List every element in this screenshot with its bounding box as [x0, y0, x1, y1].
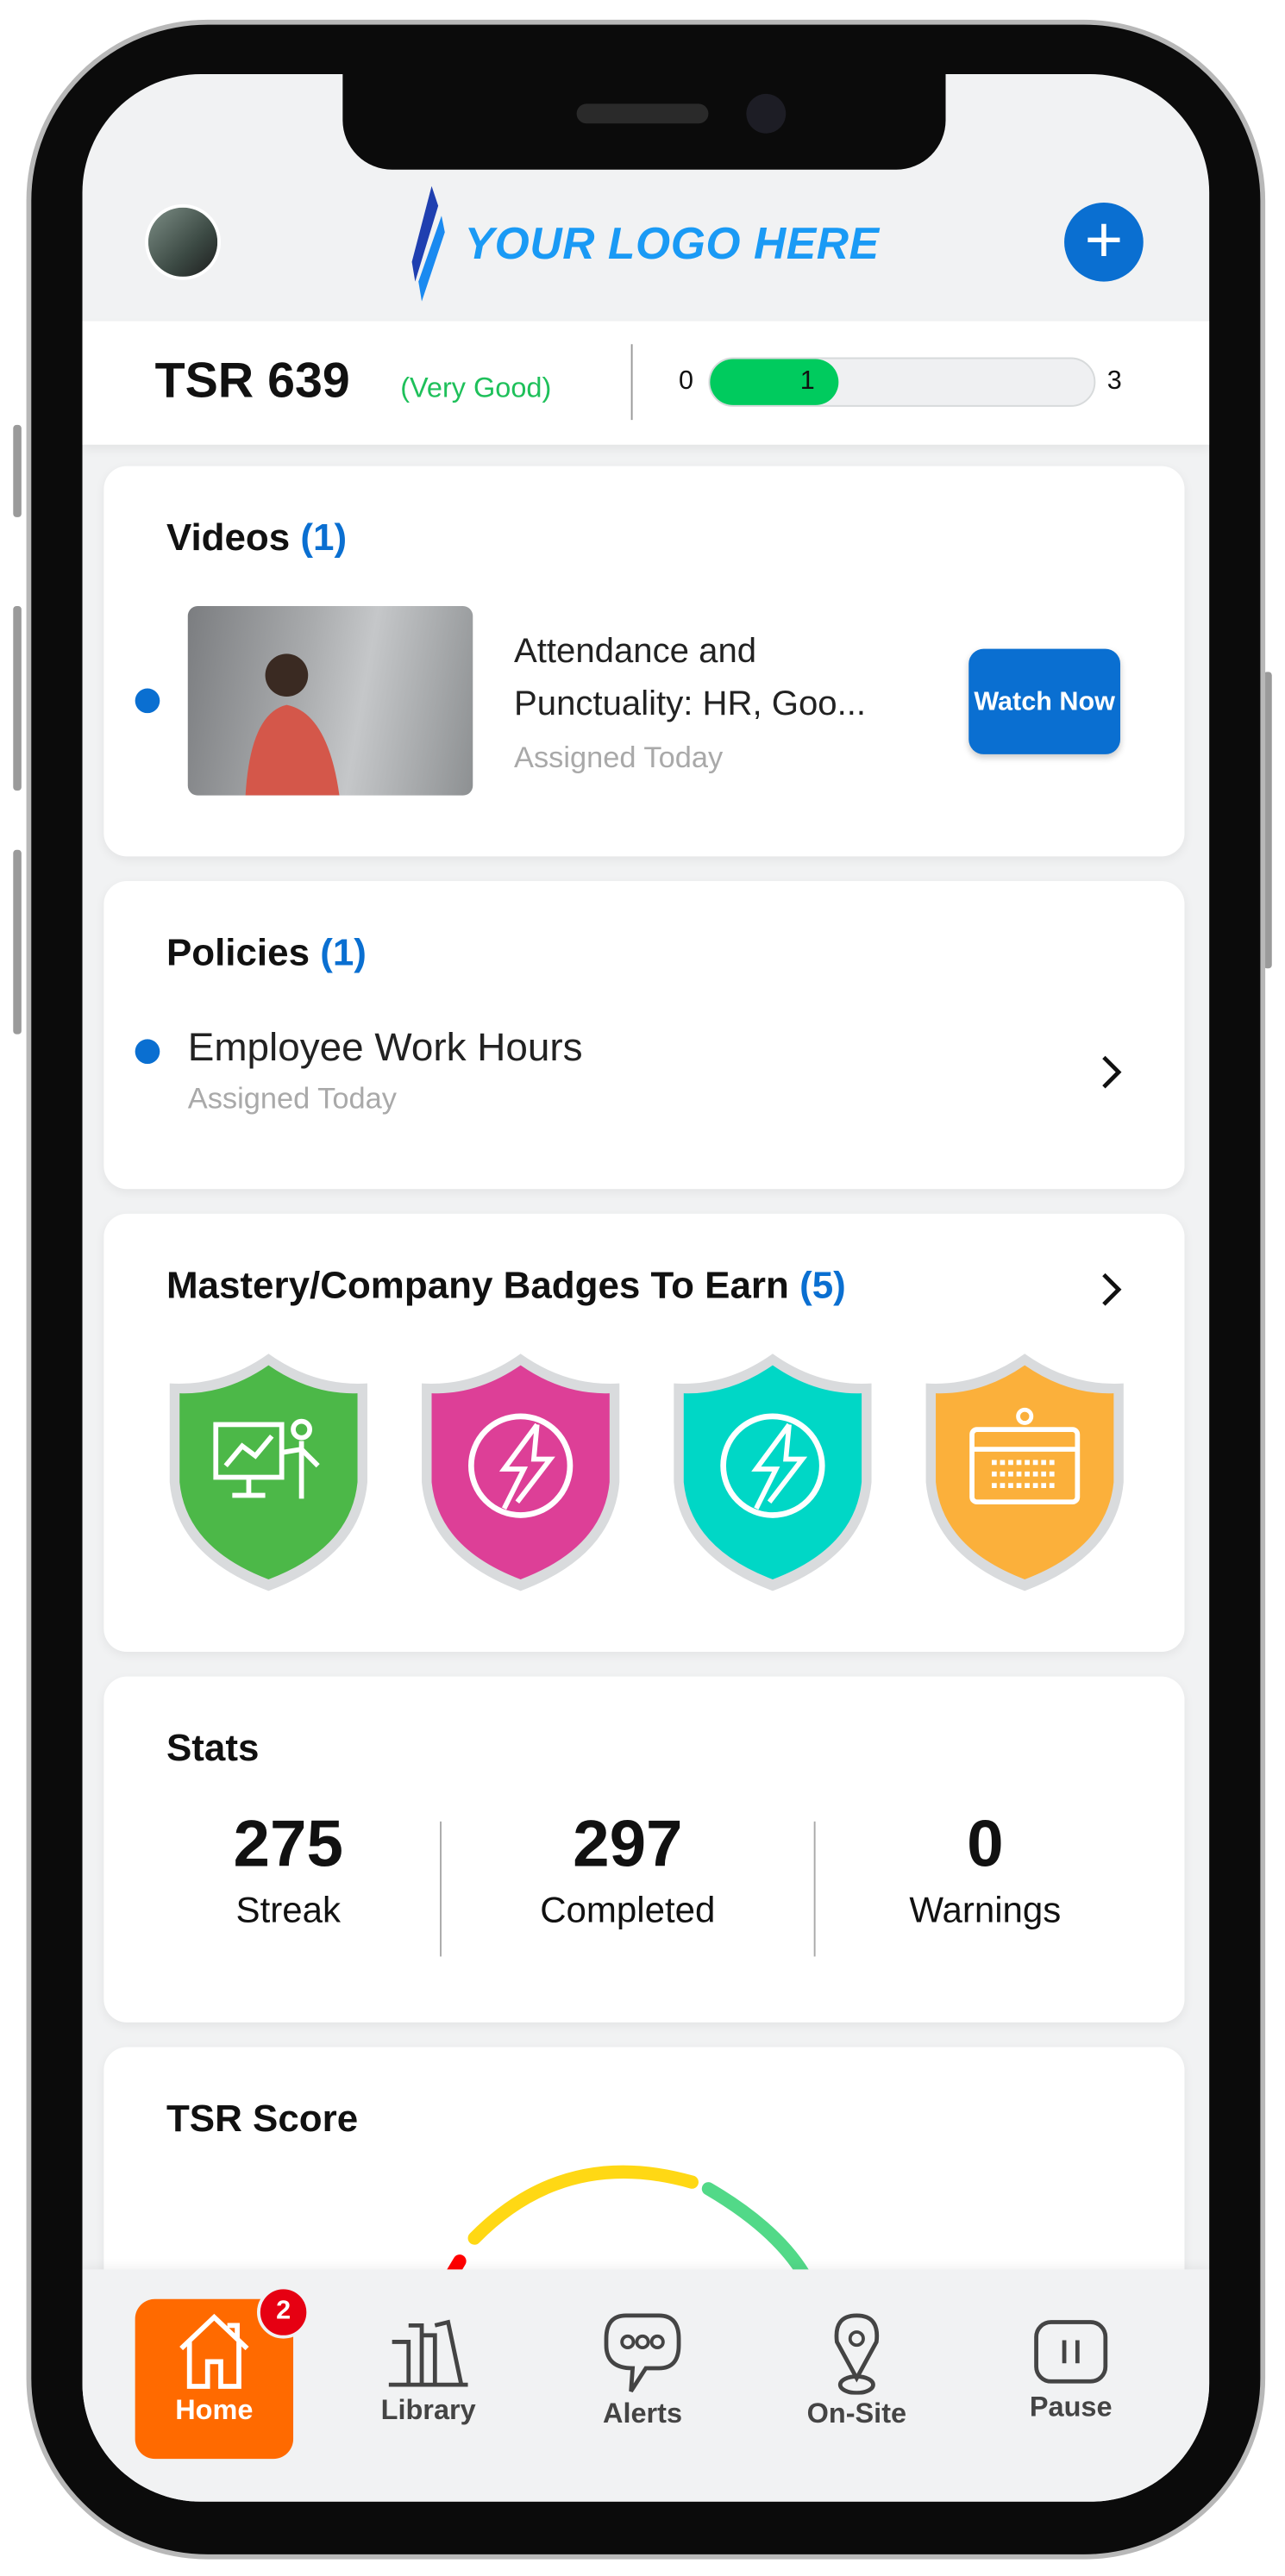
tsr-score-title: TSR Score: [166, 2096, 359, 2140]
volume-up-button: [13, 605, 22, 791]
nav-label: Pause: [1029, 2391, 1113, 2423]
location-pin-icon: [834, 2313, 880, 2395]
nav-label: Alerts: [602, 2398, 683, 2429]
nav-label: Home: [175, 2394, 254, 2426]
gauge-green: [701, 2182, 811, 2281]
stat-value: 275: [233, 1808, 344, 1881]
nav-pause[interactable]: Pause: [992, 2299, 1150, 2459]
tsr-rating: (Very Good): [400, 372, 552, 404]
videos-title: Videos (1): [166, 516, 347, 560]
policy-item[interactable]: Employee Work Hours Assigned Today: [188, 1026, 1111, 1116]
stat-label: Completed: [540, 1889, 716, 1930]
divider: [813, 1821, 816, 1957]
logo-mark-icon: [411, 185, 445, 302]
badge-lightning-icon[interactable]: [670, 1350, 874, 1594]
videos-title-text: Videos: [166, 515, 291, 559]
badge-lightning-icon[interactable]: [418, 1350, 623, 1594]
gauge-yellow: [467, 2165, 699, 2245]
videos-count: (1): [300, 515, 348, 559]
policies-count: (1): [320, 930, 367, 973]
policies-card: Policies (1) Employee Work Hours Assigned…: [103, 881, 1185, 1190]
speaker: [576, 103, 709, 124]
videos-card: Videos (1) Attendance and Punctuality: H…: [103, 466, 1185, 857]
stat-streak: 275 Streak: [123, 1809, 453, 1932]
unread-dot: [135, 1039, 160, 1065]
tsr-summary-bar: TSR 639 (Very Good) 0 1 3: [82, 321, 1210, 445]
screen: YOUR LOGO HERE + TSR 639 (Very Good) 0 1…: [82, 73, 1210, 2502]
video-person-image: [245, 653, 340, 796]
camera: [746, 93, 787, 134]
add-button[interactable]: +: [1064, 202, 1144, 282]
stat-completed: 297 Completed: [463, 1809, 793, 1932]
policy-title: Employee Work Hours: [187, 1026, 583, 1071]
badges-title-text: Mastery/Company Badges To Earn: [166, 1263, 789, 1306]
stat-value: 297: [573, 1808, 683, 1881]
logo-text: YOUR LOGO HERE: [464, 218, 880, 268]
stat-value: 0: [967, 1808, 1004, 1881]
logo: YOUR LOGO HERE: [405, 185, 880, 302]
library-icon: [388, 2319, 468, 2387]
policy-assigned: Assigned Today: [187, 1082, 397, 1116]
divider: [440, 1821, 442, 1957]
notch: [342, 73, 946, 170]
plus-icon: +: [1084, 203, 1124, 277]
progress-max: 3: [1106, 366, 1122, 396]
nav-onsite[interactable]: On-Site: [778, 2299, 936, 2459]
policies-title: Policies (1): [166, 930, 367, 975]
video-title: Attendance and Punctuality: HR, Goo...: [514, 632, 867, 723]
volume-down-button: [13, 849, 22, 1035]
tsr-title: TSR 639: [154, 353, 350, 409]
progress-min: 0: [679, 366, 694, 396]
nav-alerts[interactable]: Alerts: [563, 2299, 721, 2459]
progress-fill: 1: [710, 359, 838, 405]
nav-home[interactable]: Home 2: [135, 2285, 310, 2460]
chevron-right-icon[interactable]: [1100, 1272, 1124, 1308]
divider: [630, 344, 633, 421]
home-icon: [179, 2313, 249, 2389]
notification-badge: 2: [257, 2285, 310, 2339]
video-assigned: Assigned Today: [514, 741, 724, 774]
badge-calendar-icon[interactable]: [923, 1350, 1127, 1594]
chevron-right-icon[interactable]: [1100, 1054, 1124, 1091]
nav-library[interactable]: Library: [349, 2299, 507, 2459]
stat-warnings: 0 Warnings: [820, 1809, 1150, 1932]
pause-icon: [1034, 2320, 1108, 2384]
badges-card: Mastery/Company Badges To Earn (5): [103, 1213, 1185, 1653]
bottom-nav: Home 2 Library Alerts On-Site Pause: [82, 2269, 1210, 2502]
alerts-icon: [604, 2313, 681, 2393]
stat-label: Streak: [235, 1889, 342, 1930]
watch-now-button[interactable]: Watch Now: [968, 648, 1121, 754]
mute-switch: [13, 424, 22, 517]
stats-card: Stats 275 Streak 297 Completed 0 Warnings: [103, 1676, 1185, 2023]
video-item[interactable]: Attendance and Punctuality: HR, Goo... As…: [514, 626, 943, 784]
video-thumbnail[interactable]: [187, 605, 473, 796]
nav-label: On-Site: [806, 2398, 907, 2429]
unread-dot: [135, 688, 160, 714]
badges-count: (5): [799, 1263, 846, 1306]
stat-label: Warnings: [909, 1889, 1062, 1930]
avatar[interactable]: [145, 203, 221, 280]
progress-bar: 1: [708, 357, 1096, 407]
stats-title: Stats: [166, 1725, 260, 1769]
badges-title: Mastery/Company Badges To Earn (5): [166, 1263, 846, 1308]
badge-presentation-icon[interactable]: [166, 1350, 371, 1594]
nav-label: Library: [380, 2394, 476, 2426]
policies-title-text: Policies: [166, 930, 310, 973]
